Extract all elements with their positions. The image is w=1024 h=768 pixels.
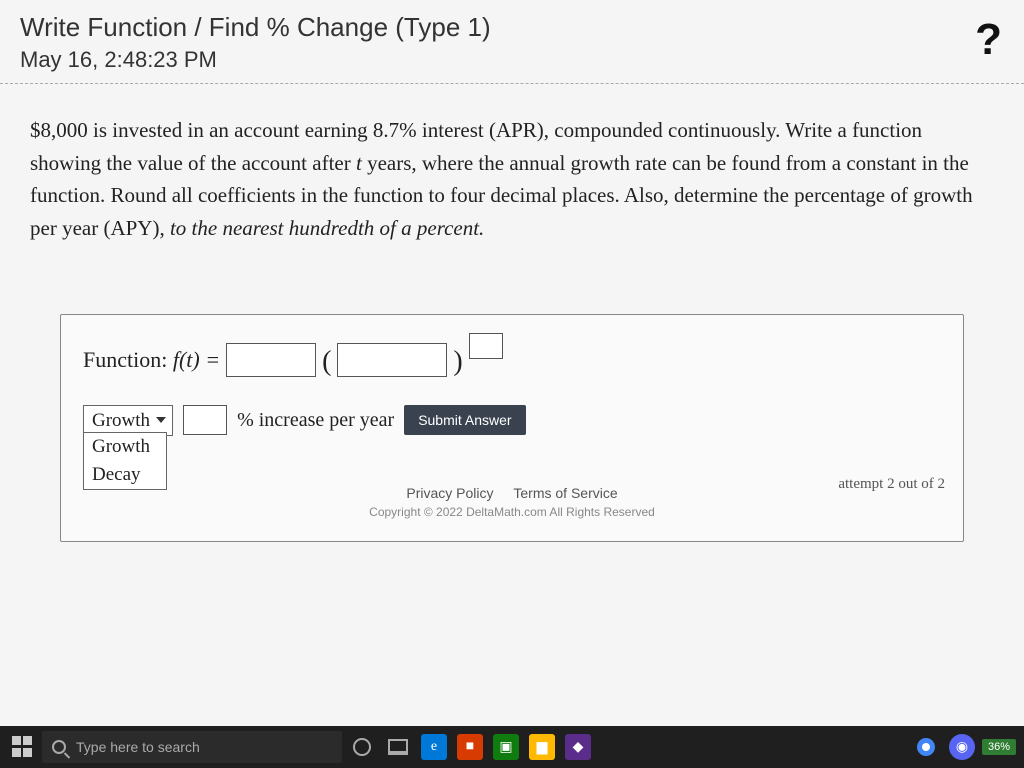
percent-label: % increase per year [237, 409, 394, 432]
copyright-text: Copyright © 2022 DeltaMath.com All Right… [83, 505, 941, 519]
coefficient-input[interactable] [226, 343, 316, 377]
dropdown-list: Growth Decay [83, 432, 167, 490]
help-icon[interactable]: ? [975, 15, 1002, 65]
edge-icon[interactable]: e [421, 734, 447, 760]
start-button[interactable] [8, 732, 38, 762]
problem-italic-note: to the nearest hundredth of a percent. [170, 216, 484, 240]
problem-statement: $8,000 is invested in an account earning… [0, 84, 1024, 264]
growth-row: Growth Growth Decay % increase per year … [83, 405, 941, 435]
exponent-input[interactable] [469, 333, 503, 359]
file-explorer-icon[interactable]: ▆ [529, 734, 555, 760]
terms-link[interactable]: Terms of Service [513, 485, 617, 501]
open-paren: ( [322, 346, 331, 378]
discord-icon[interactable]: ◉ [949, 734, 975, 760]
battery-indicator[interactable]: 36% [982, 739, 1016, 755]
dropdown-option-decay[interactable]: Decay [84, 461, 166, 489]
dropdown-option-growth[interactable]: Growth [84, 433, 166, 461]
function-row: Function: f(t) = ( ) [83, 343, 941, 377]
search-icon [52, 740, 66, 754]
search-placeholder: Type here to search [76, 739, 200, 755]
app-icon-2[interactable]: ▣ [493, 734, 519, 760]
function-label: Function: f(t) = [83, 347, 220, 373]
windows-taskbar: Type here to search e ■ ▣ ▆ ◆ ◉ 36% [0, 726, 1024, 768]
privacy-link[interactable]: Privacy Policy [406, 485, 493, 501]
assignment-title: Write Function / Find % Change (Type 1) [20, 12, 1004, 43]
close-paren: ) [453, 346, 462, 378]
footer-links: Privacy Policy Terms of Service [83, 485, 941, 501]
assignment-header: Write Function / Find % Change (Type 1) … [0, 0, 1024, 84]
taskbar-search[interactable]: Type here to search [42, 731, 342, 763]
problem-amount: $8,000 [30, 118, 88, 142]
submit-answer-button[interactable]: Submit Answer [404, 405, 525, 435]
dropdown-selected-label: Growth [92, 410, 150, 431]
assignment-timestamp: May 16, 2:48:23 PM [20, 47, 1004, 73]
percent-input[interactable] [183, 405, 227, 435]
attempt-counter: attempt 2 out of 2 [838, 476, 945, 493]
base-input[interactable] [337, 343, 447, 377]
app-icon-3[interactable]: ◆ [565, 734, 591, 760]
cortana-icon[interactable] [349, 734, 375, 760]
task-view-icon[interactable] [385, 734, 411, 760]
app-icon-1[interactable]: ■ [457, 734, 483, 760]
chrome-icon[interactable] [913, 734, 939, 760]
answer-panel: Function: f(t) = ( ) Growth Growth Decay… [60, 314, 964, 542]
